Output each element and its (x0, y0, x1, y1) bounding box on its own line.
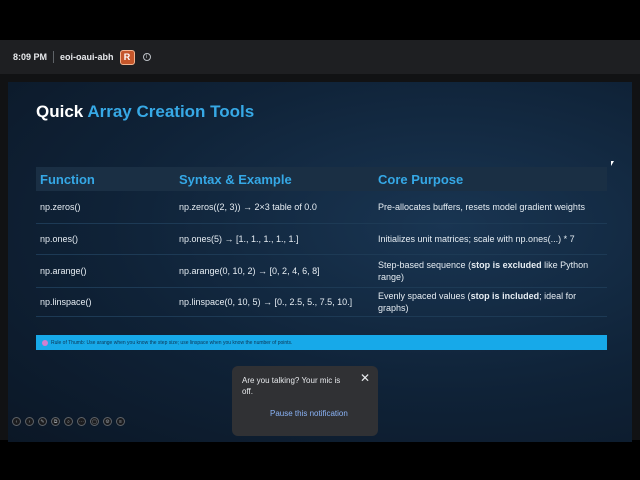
header-function: Function (40, 171, 95, 187)
purpose-text: Step-based sequence ( (378, 260, 472, 270)
meeting-time: 8:09 PM (13, 52, 48, 62)
slide-toolbar: ‹ › ✎ ⧉ ⌕ ⋯ ▢ ⚙ ≡ (12, 417, 125, 426)
cell-purpose: Step-based sequence (stop is excluded li… (378, 259, 607, 283)
cell-syntax: np.zeros((2, 3)) → 2×3 table of 0.0 (179, 202, 317, 212)
mouse-cursor-icon (611, 161, 614, 166)
table-row: np.arange() np.arange(0, 10, 2) → [0, 2,… (36, 255, 607, 288)
more-icon[interactable]: ⋯ (77, 417, 86, 426)
table-row: np.ones() np.ones(5) → [1., 1., 1., 1., … (36, 224, 607, 255)
cell-function: np.ones() (40, 234, 79, 244)
cell-function: np.zeros() (40, 202, 81, 212)
cell-function: np.arange() (40, 266, 87, 276)
functions-table: Function Syntax & Example Core Purpose n… (36, 167, 607, 317)
pause-notification-button[interactable]: Pause this notification (270, 409, 348, 418)
copy-icon[interactable]: ⧉ (51, 417, 60, 426)
cell-syntax: np.arange(0, 10, 2) → [0, 2, 4, 6, 8] (179, 266, 320, 276)
rule-of-thumb-bar: Rule of Thumb: Use arange when you know … (36, 335, 607, 350)
menu-icon[interactable]: ≡ (116, 417, 125, 426)
header-syntax: Syntax & Example (179, 171, 292, 187)
title-accent: Array Creation Tools (87, 102, 255, 121)
cell-purpose: Evenly spaced values (stop is included; … (378, 290, 607, 314)
fit-screen-icon[interactable]: ▢ (90, 417, 99, 426)
screen: 8:09 PM eoi-oaui-abh R i Quick Array Cre… (0, 0, 640, 480)
presenter-icon[interactable]: R (119, 49, 135, 65)
pen-icon[interactable]: ✎ (38, 417, 47, 426)
search-icon[interactable]: ⌕ (64, 417, 73, 426)
header-purpose: Core Purpose (378, 171, 464, 187)
cell-purpose: Pre-allocates buffers, resets model grad… (378, 202, 585, 212)
bulb-icon (42, 339, 48, 346)
cell-syntax: np.linspace(0, 10, 5) → [0., 2.5, 5., 7.… (179, 297, 353, 307)
purpose-emphasis: stop is included (470, 291, 540, 301)
cell-function: np.linspace() (40, 297, 92, 307)
table-row: np.zeros() np.zeros((2, 3)) → 2×3 table … (36, 191, 607, 224)
slide-title: Quick Array Creation Tools (36, 102, 254, 122)
title-plain: Quick (36, 102, 88, 121)
prev-slide-icon[interactable]: ‹ (12, 417, 21, 426)
settings-icon[interactable]: ⚙ (103, 417, 112, 426)
purpose-emphasis: stop is excluded (471, 260, 542, 270)
rule-of-thumb-text: Rule of Thumb: Use arange when you know … (51, 339, 293, 346)
meeting-top-bar: 8:09 PM eoi-oaui-abh R i (0, 40, 640, 74)
close-icon[interactable]: ✕ (360, 372, 370, 384)
cell-purpose: Initializes unit matrices; scale with np… (378, 234, 575, 244)
divider (53, 51, 55, 63)
info-icon[interactable]: i (142, 53, 151, 61)
table-header: Function Syntax & Example Core Purpose (36, 167, 607, 191)
purpose-text: Evenly spaced values ( (378, 291, 471, 301)
table-row: np.linspace() np.linspace(0, 10, 5) → [0… (36, 288, 607, 317)
meeting-code[interactable]: eoi-oaui-abh (60, 52, 114, 62)
next-slide-icon[interactable]: › (25, 417, 34, 426)
mic-off-notification: Are you talking? Your mic is off. ✕ Paus… (232, 366, 378, 436)
notification-message: Are you talking? Your mic is off. (242, 376, 341, 396)
cell-syntax: np.ones(5) → [1., 1., 1., 1., 1.] (179, 234, 299, 244)
